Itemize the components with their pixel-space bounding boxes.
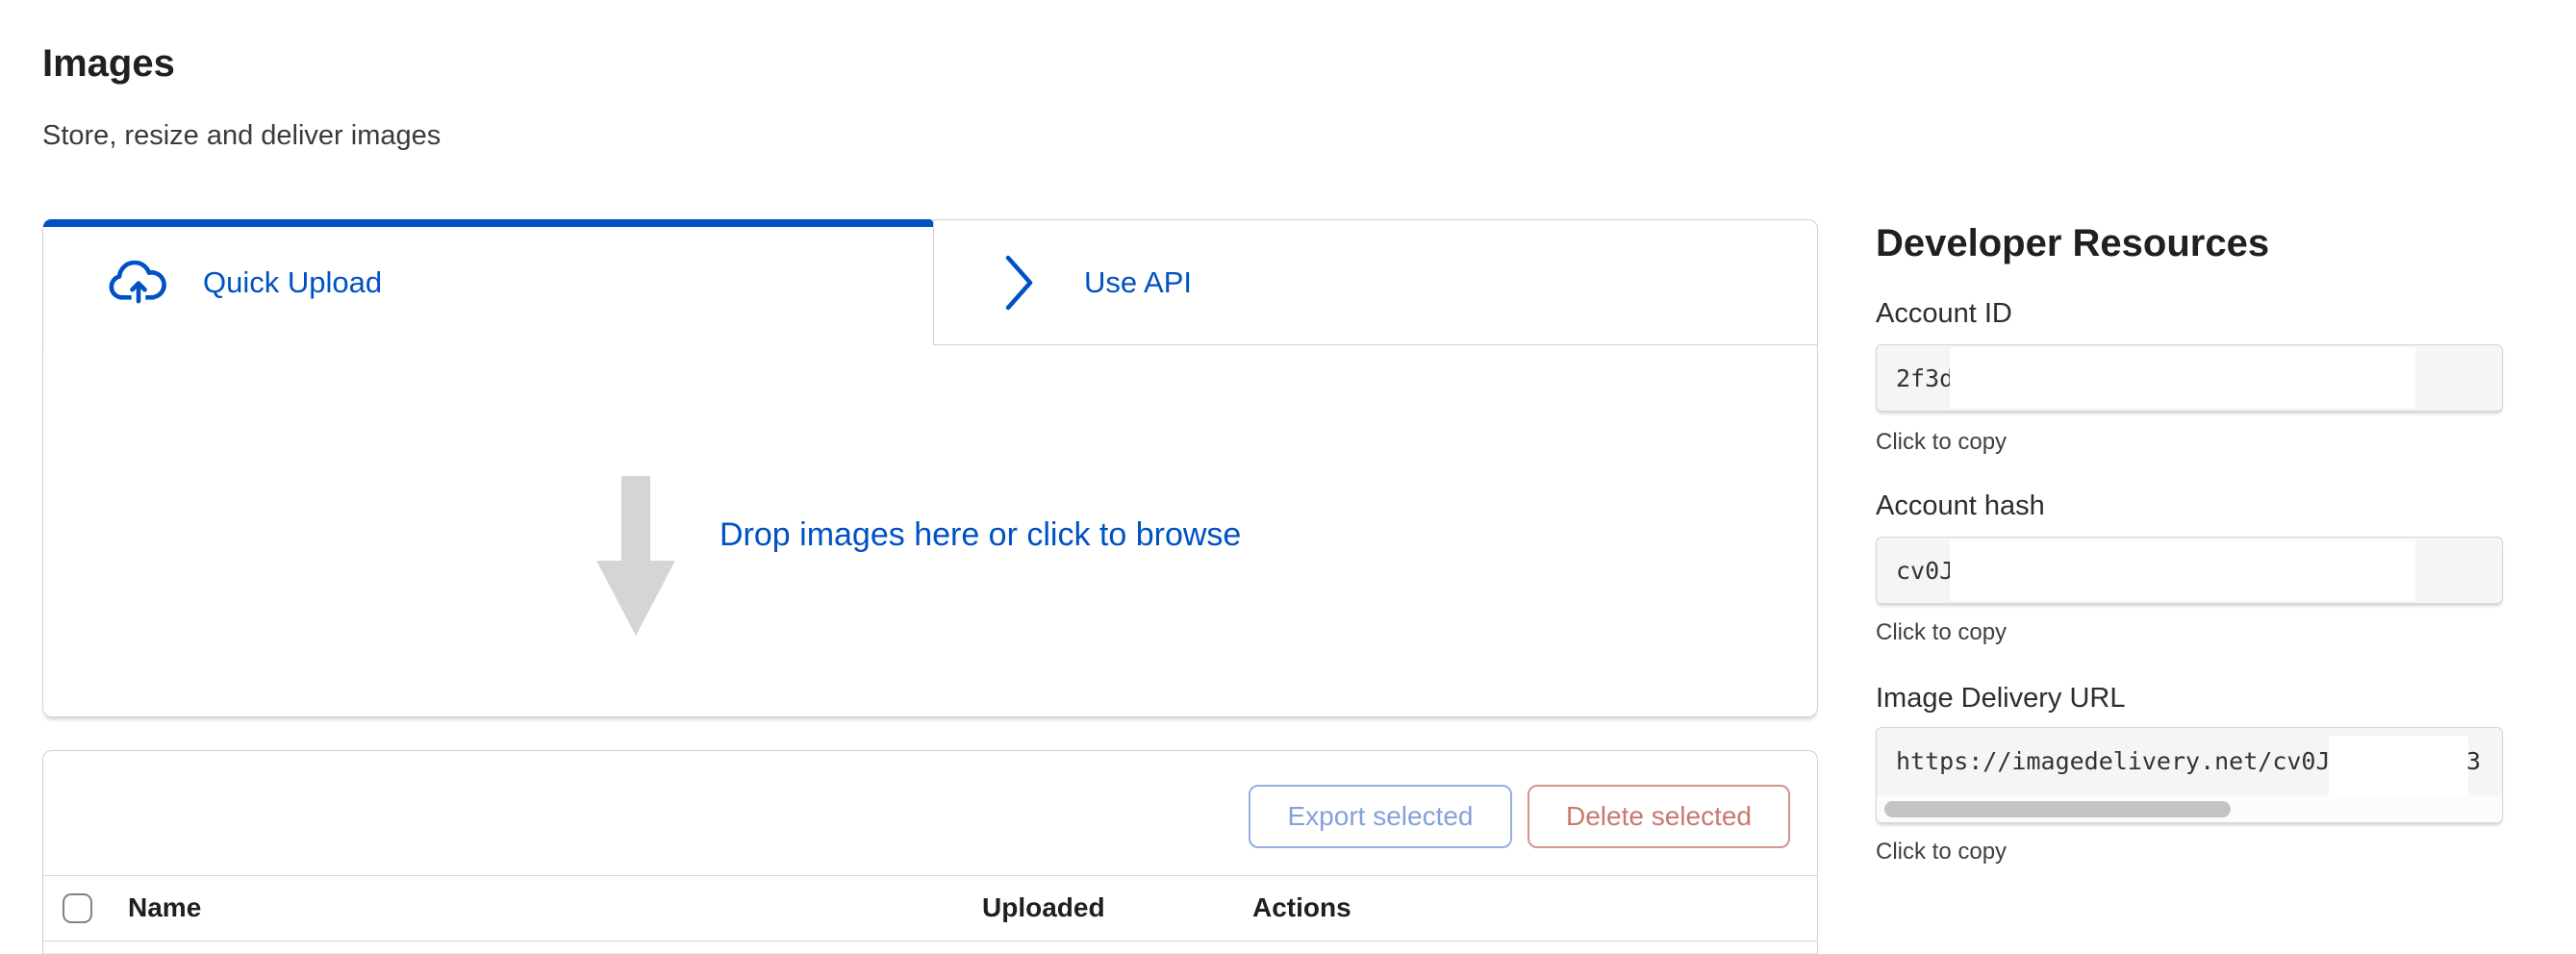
select-all-checkbox[interactable] xyxy=(63,893,92,923)
account-id-field[interactable]: 2f3d xyxy=(1876,344,2503,412)
column-header-actions: Actions xyxy=(1252,892,1351,923)
image-dropzone[interactable]: Drop images here or click to browse xyxy=(42,345,1818,717)
image-delivery-url-field[interactable]: https://imagedelivery.net/cv0JS 3 xyxy=(1876,727,2503,823)
redaction-overlay xyxy=(1950,540,2415,601)
image-delivery-url-copy-hint: Click to copy xyxy=(1876,839,2007,866)
page-title: Images xyxy=(42,42,175,85)
tab-quick-upload[interactable]: Quick Upload xyxy=(42,219,933,345)
horizontal-scrollbar xyxy=(1877,795,2502,823)
image-delivery-url-fragment: 3 xyxy=(2466,728,2481,793)
tab-quick-upload-label: Quick Upload xyxy=(203,265,382,300)
cloud-upload-icon xyxy=(107,261,170,305)
active-tab-indicator xyxy=(43,219,933,227)
account-hash-value: cv0J xyxy=(1896,538,1954,603)
export-selected-button[interactable]: Export selected xyxy=(1249,785,1512,848)
arrow-down-icon xyxy=(596,476,675,636)
developer-resources-title: Developer Resources xyxy=(1876,221,2269,265)
account-id-value: 2f3d xyxy=(1896,345,1954,411)
image-list-card: Export selected Delete selected Name Upl… xyxy=(42,750,1818,954)
redaction-overlay xyxy=(1950,347,2415,409)
redaction-overlay xyxy=(2329,736,2468,795)
image-delivery-url-value: https://imagedelivery.net/cv0JS xyxy=(1896,728,2345,793)
upload-tabs: Quick Upload Use API xyxy=(42,219,1818,345)
table-header-row: Name Uploaded Actions xyxy=(43,876,1817,941)
dropzone-label: Drop images here or click to browse xyxy=(720,516,1241,554)
account-hash-field[interactable]: cv0J xyxy=(1876,537,2503,604)
account-id-copy-hint: Click to copy xyxy=(1876,429,2007,456)
column-header-uploaded: Uploaded xyxy=(982,892,1105,923)
chevron-right-icon xyxy=(1005,255,1034,311)
tab-use-api-label: Use API xyxy=(1084,265,1192,300)
list-toolbar: Export selected Delete selected xyxy=(43,751,1817,876)
image-delivery-url-label: Image Delivery URL xyxy=(1876,683,2125,715)
page-subtitle: Store, resize and deliver images xyxy=(42,119,441,152)
images-dashboard-page: Images Store, resize and deliver images … xyxy=(0,0,2576,954)
delete-selected-button[interactable]: Delete selected xyxy=(1528,785,1790,848)
column-header-name: Name xyxy=(128,892,201,923)
account-id-label: Account ID xyxy=(1876,298,2012,330)
account-hash-copy-hint: Click to copy xyxy=(1876,619,2007,646)
tab-use-api[interactable]: Use API xyxy=(933,219,1818,345)
scrollbar-thumb[interactable] xyxy=(1884,801,2231,817)
account-hash-label: Account hash xyxy=(1876,490,2045,522)
